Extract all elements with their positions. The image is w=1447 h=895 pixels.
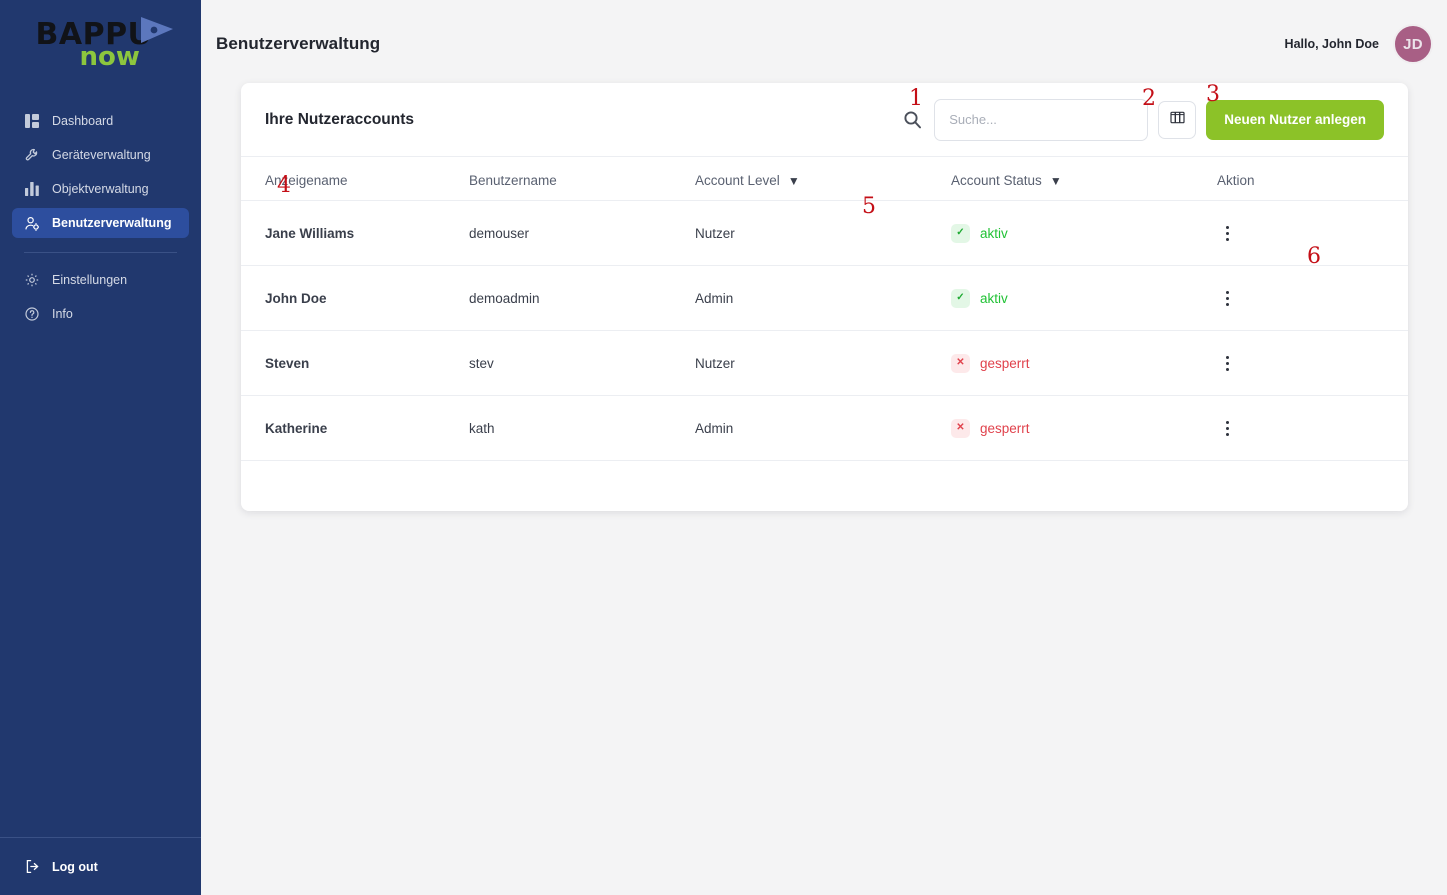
logo-secondary-text: now	[79, 42, 140, 72]
table-row[interactable]: John Doe demoadmin Admin ✓ aktiv	[241, 265, 1408, 331]
logout-button[interactable]: Log out	[0, 838, 201, 895]
cell-action	[1217, 265, 1408, 331]
cross-icon: ✕	[951, 418, 970, 438]
annotation-marker-6: 6	[1307, 244, 1321, 269]
column-header-account-level[interactable]: Account Level ▼	[695, 157, 951, 201]
cell-account-status: ✓ aktiv	[951, 200, 1217, 266]
sidebar-item-objektverwaltung[interactable]: Objektverwaltung	[12, 174, 189, 204]
table-row[interactable]: Steven stev Nutzer ✕ gesperrt	[241, 330, 1408, 396]
table-body: Jane Williams demouser Nutzer ✓ aktiv Jo…	[241, 200, 1408, 461]
sidebar-item-label: Objektverwaltung	[52, 182, 149, 196]
sidebar-item-label: Einstellungen	[52, 273, 128, 287]
column-label: Account Status	[951, 173, 1042, 188]
create-user-button[interactable]: Neuen Nutzer anlegen	[1206, 99, 1384, 140]
app-logo[interactable]: BAPPU now	[0, 0, 201, 92]
column-header-benutzername[interactable]: Benutzername	[469, 157, 695, 201]
sidebar-item-einstellungen[interactable]: Einstellungen	[12, 265, 189, 295]
cell-account-level: Nutzer	[695, 330, 951, 396]
user-cog-icon	[24, 215, 40, 231]
cell-display-name: Steven	[241, 330, 469, 396]
avatar[interactable]: JD	[1393, 24, 1433, 64]
app-root: BAPPU now Dashboard Geräteverwaltung Obj…	[0, 0, 1447, 895]
filter-icon[interactable]: ▼	[788, 175, 800, 187]
cell-display-name: Katherine	[241, 395, 469, 461]
sidebar: BAPPU now Dashboard Geräteverwaltung Obj…	[0, 0, 201, 895]
logout-icon	[24, 859, 40, 875]
search-box[interactable]	[934, 98, 1149, 141]
sidebar-item-label: Dashboard	[52, 114, 114, 128]
annotation-marker-4: 4	[277, 173, 291, 198]
search-icon[interactable]	[900, 108, 924, 132]
status-badge: aktiv	[980, 290, 1008, 306]
sidebar-item-dashboard[interactable]: Dashboard	[12, 106, 189, 136]
table-row[interactable]: Jane Williams demouser Nutzer ✓ aktiv	[241, 200, 1408, 266]
cell-action	[1217, 330, 1408, 396]
wrench-icon	[24, 147, 40, 163]
annotation-marker-5: 5	[862, 194, 876, 219]
check-icon: ✓	[951, 223, 970, 243]
card-header: Ihre Nutzeraccounts Suche... Neuen Nutze…	[241, 83, 1408, 157]
column-label: Benutzername	[469, 173, 557, 188]
play-triangle-icon	[139, 15, 175, 50]
top-bar-right: Hallo, John Doe JD	[1285, 24, 1433, 64]
annotation-marker-3: 3	[1206, 82, 1220, 107]
status-badge: gesperrt	[980, 355, 1030, 371]
kebab-menu-icon[interactable]	[1217, 288, 1237, 308]
status-badge: aktiv	[980, 225, 1008, 241]
cell-username: demoadmin	[469, 265, 695, 331]
sidebar-item-benutzerverwaltung[interactable]: Benutzerverwaltung	[12, 208, 189, 238]
columns-button[interactable]	[1158, 100, 1197, 139]
column-header-aktion: Aktion	[1217, 157, 1408, 201]
main-content: Benutzerverwaltung Hallo, John Doe JD Ih…	[201, 0, 1447, 895]
cell-account-status: ✓ aktiv	[951, 265, 1217, 331]
sidebar-item-label: Info	[52, 307, 73, 321]
users-table: Anzeigename Benutzername Account Level ▼	[241, 157, 1408, 461]
question-circle-icon	[24, 306, 40, 322]
bar-chart-icon	[24, 181, 40, 197]
sidebar-item-label: Benutzerverwaltung	[52, 216, 172, 230]
sidebar-item-info[interactable]: Info	[12, 299, 189, 329]
kebab-menu-icon[interactable]	[1217, 223, 1237, 243]
cell-username: kath	[469, 395, 695, 461]
top-bar: Benutzerverwaltung Hallo, John Doe JD	[201, 0, 1447, 88]
cell-account-level: Admin	[695, 395, 951, 461]
table-header-row: Anzeigename Benutzername Account Level ▼	[241, 157, 1408, 201]
column-header-anzeigename[interactable]: Anzeigename	[241, 157, 469, 201]
dashboard-icon	[24, 113, 40, 129]
cell-username: stev	[469, 330, 695, 396]
sidebar-item-label: Geräteverwaltung	[52, 148, 151, 162]
cell-action	[1217, 395, 1408, 461]
cell-account-level: Admin	[695, 265, 951, 331]
card-title: Ihre Nutzeraccounts	[265, 110, 415, 128]
sidebar-item-geraeteverwaltung[interactable]: Geräteverwaltung	[12, 140, 189, 170]
annotation-marker-1: 1	[909, 86, 923, 111]
annotation-marker-2: 2	[1142, 86, 1156, 111]
kebab-menu-icon[interactable]	[1217, 418, 1237, 438]
kebab-menu-icon[interactable]	[1217, 353, 1237, 373]
page-title: Benutzerverwaltung	[216, 34, 381, 53]
cell-account-level: Nutzer	[695, 200, 951, 266]
cell-display-name: John Doe	[241, 265, 469, 331]
cell-account-status: ✕ gesperrt	[951, 395, 1217, 461]
greeting-text: Hallo, John Doe	[1284, 37, 1379, 51]
sidebar-divider	[24, 252, 177, 253]
columns-icon	[1170, 110, 1185, 130]
logout-label: Log out	[52, 859, 98, 874]
user-accounts-card: Ihre Nutzeraccounts Suche... Neuen Nutze…	[241, 83, 1408, 511]
table-row[interactable]: Katherine kath Admin ✕ gesperrt	[241, 395, 1408, 461]
table-head: Anzeigename Benutzername Account Level ▼	[241, 157, 1408, 201]
column-label: Aktion	[1217, 173, 1255, 188]
cell-display-name: Jane Williams	[241, 200, 469, 266]
cell-username: demouser	[469, 200, 695, 266]
search-input[interactable]	[949, 112, 1134, 127]
cross-icon: ✕	[951, 353, 970, 373]
check-icon: ✓	[951, 288, 970, 308]
sidebar-nav: Dashboard Geräteverwaltung Objektverwalt…	[0, 106, 201, 333]
gear-icon	[24, 272, 40, 288]
column-label: Account Level	[695, 173, 780, 188]
column-header-account-status[interactable]: Account Status ▼	[951, 157, 1217, 201]
cell-account-status: ✕ gesperrt	[951, 330, 1217, 396]
status-badge: gesperrt	[980, 420, 1030, 436]
filter-icon[interactable]: ▼	[1050, 175, 1062, 187]
